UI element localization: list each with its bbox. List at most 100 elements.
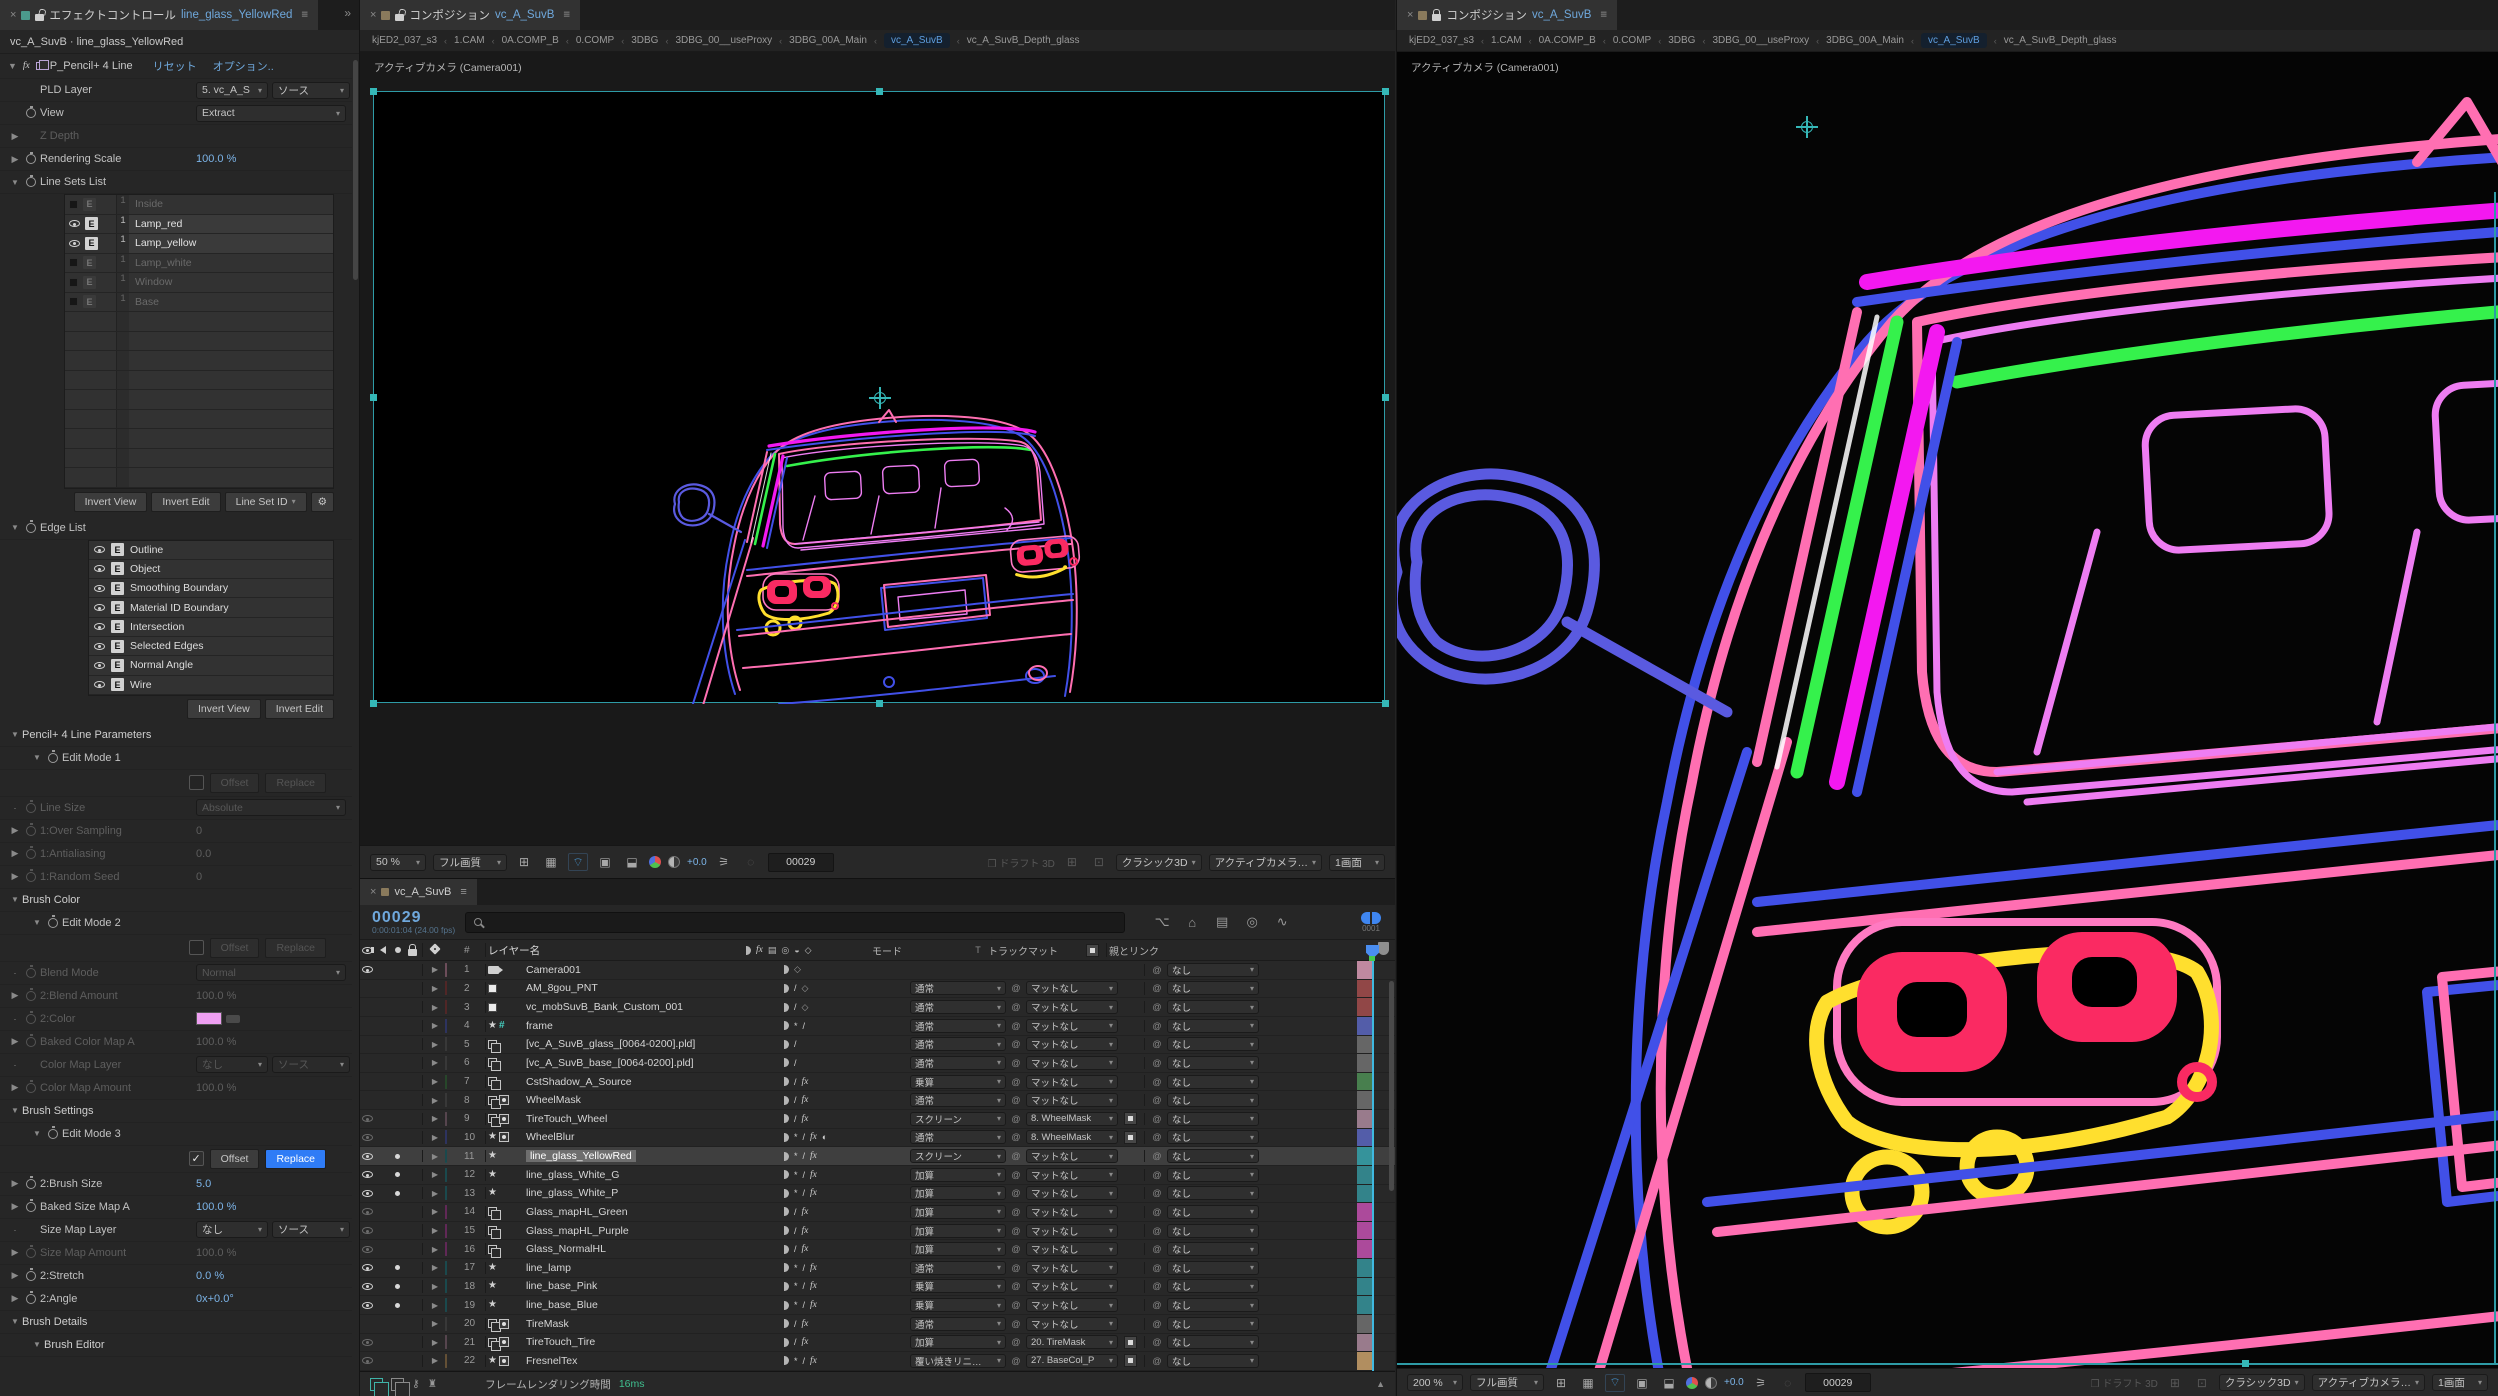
snapshot-camera-icon[interactable]: ⚞ [714,853,734,871]
param-value[interactable]: 0 [196,871,202,883]
stopwatch-icon[interactable] [48,1129,58,1139]
param-row[interactable]: ▶Baked Color Map A100.0 % [0,1031,352,1054]
line-set-gear-button[interactable]: ⚙ [311,492,334,512]
layer-twirl-icon[interactable]: ▶ [425,1133,445,1142]
matte-dropdown[interactable]: マットなし▾ [1026,1019,1118,1033]
layer-name[interactable]: TireTouch_Tire [526,1336,784,1348]
parent-dropdown[interactable]: なし▾ [1167,1149,1259,1163]
edit-toggle[interactable]: E [111,678,124,691]
layer-parent-select[interactable]: なし▾ [1167,1261,1259,1275]
layer-track-area[interactable] [1373,1278,1395,1296]
mask-toggle-icon[interactable]: ⌔ [1605,1374,1625,1392]
line-set-empty-row[interactable] [65,449,333,469]
effect-header[interactable]: ▼ fx P_Pencil+ 4 Line リセット オプション.. [0,54,352,79]
parent-dropdown[interactable]: なし▾ [1167,1168,1259,1182]
replace-button[interactable]: Replace [265,1149,326,1169]
param-dropdown[interactable]: ソース▾ [272,1056,350,1073]
param-row[interactable]: ·Blend ModeNormal▾ [0,962,352,985]
parent-dropdown[interactable]: なし▾ [1167,1112,1259,1126]
renderer-select[interactable]: クラシック3D▾ [2219,1374,2305,1391]
parent-pickwhip-icon[interactable]: @ [1147,1300,1167,1310]
mode-dropdown[interactable]: 通常▾ [910,1019,1006,1033]
invert-edit-button[interactable]: Invert Edit [151,492,220,512]
layer-matte-select[interactable]: マットなし▾ [1026,1186,1118,1200]
stopwatch-icon[interactable] [26,1083,36,1093]
matte-dropdown[interactable]: 27. BaseCol_P▾ [1026,1354,1118,1368]
layer-twirl-icon[interactable]: ▶ [425,984,445,993]
layer-mode-select[interactable]: 通常▾ [910,1037,1006,1051]
layer-parent-select[interactable]: なし▾ [1167,1354,1259,1368]
param-dropdown[interactable]: ソース▾ [272,1221,350,1238]
parent-pickwhip-icon[interactable]: @ [1147,1244,1167,1254]
tab-composition[interactable]: × コンポジション vc_A_SuvB ≡ [360,0,580,30]
layer-switches[interactable]: /◇ [784,983,904,994]
layer-switches[interactable]: /fx [784,1114,904,1124]
param-row[interactable]: ▶Size Map Amount100.0 % [0,1242,352,1265]
parent-pickwhip-icon[interactable]: @ [1147,1151,1167,1161]
parent-pickwhip-icon[interactable]: @ [1147,1021,1167,1031]
breadcrumb-item[interactable]: vc_A_SuvB_Depth_glass [967,35,1080,46]
stopwatch-icon[interactable] [26,523,36,533]
layer-twirl-icon[interactable]: ▶ [425,1170,445,1179]
mode-dropdown[interactable]: 通常▾ [910,1261,1006,1275]
trkmat-pickwhip-icon[interactable]: @ [1006,1319,1026,1329]
layer-twirl-icon[interactable]: ▶ [425,1263,445,1272]
trkmat-pickwhip-icon[interactable]: @ [1006,1337,1026,1347]
invert-edit-button[interactable]: Invert Edit [265,699,334,719]
mode-dropdown[interactable]: 加算▾ [910,1335,1006,1349]
line-set-name[interactable]: Inside [129,195,333,214]
layer-name[interactable]: Glass_NormalHL [526,1243,784,1255]
layer-name[interactable]: line_lamp [526,1262,784,1274]
matte-dropdown[interactable]: 20. TireMask▾ [1026,1335,1118,1349]
layer-row[interactable]: ▶7CstShadow_A_Source/fx乗算▾@マットなし▾@なし▾ [360,1073,1395,1092]
layer-mode-select[interactable]: 通常▾ [910,1056,1006,1070]
invert-view-button[interactable]: Invert View [74,492,148,512]
layer-parent-select[interactable]: なし▾ [1167,1205,1259,1219]
breadcrumb-item[interactable]: vc_A_SuvB_Depth_glass [2004,35,2117,46]
stopwatch-icon[interactable] [26,1014,36,1024]
parent-pickwhip-icon[interactable]: @ [1147,1226,1167,1236]
stopwatch-icon[interactable] [26,1248,36,1258]
matte-dropdown[interactable]: マットなし▾ [1026,1205,1118,1219]
layer-solo-toggle[interactable] [390,1265,405,1270]
layer-solo-toggle[interactable] [390,1303,405,1308]
layer-parent-select[interactable]: なし▾ [1167,1037,1259,1051]
layer-mode-select[interactable]: 乗算▾ [910,1298,1006,1312]
stopwatch-icon[interactable] [26,1294,36,1304]
parent-dropdown[interactable]: なし▾ [1167,1298,1259,1312]
param-value[interactable]: 0 [196,825,202,837]
layer-label-chip[interactable] [445,1038,461,1050]
breadcrumb-item[interactable]: 3DBG_00A_Main [789,35,867,46]
line-set-row[interactable]: E1Lamp_yellow [65,234,333,254]
edit-toggle[interactable]: E [111,543,124,556]
parent-pickwhip-icon[interactable]: @ [1147,1039,1167,1049]
layer-eye-toggle[interactable] [360,966,375,973]
shy-icon[interactable]: ⌂ [1181,915,1203,930]
layer-mode-select[interactable]: 通常▾ [910,1093,1006,1107]
show-snapshot-icon[interactable]: ◌ [1778,1374,1798,1392]
layer-twirl-icon[interactable]: ▶ [425,1338,445,1347]
parent-pickwhip-icon[interactable]: @ [1147,1170,1167,1180]
trkmat-pickwhip-icon[interactable]: @ [1006,1300,1026,1310]
edge-row[interactable]: ENormal Angle [89,656,333,675]
layer-matte-select[interactable]: マットなし▾ [1026,1075,1118,1089]
panel-menu-icon[interactable]: ≡ [1600,9,1607,21]
layer-mode-select[interactable]: 加算▾ [910,1335,1006,1349]
breadcrumb-item[interactable]: 0.COMP [1613,35,1651,46]
layer-label-chip[interactable] [445,1150,461,1162]
trkmat-pickwhip-icon[interactable]: @ [1006,1170,1026,1180]
line-set-row[interactable]: E1Window [65,273,333,293]
breadcrumb-item[interactable]: vc_A_SuvB [884,33,950,48]
eyedropper-icon[interactable] [226,1015,240,1023]
layer-parent-select[interactable]: なし▾ [1167,1298,1259,1312]
layer-switches[interactable]: / [784,1058,904,1068]
matte-dropdown[interactable]: 8. WheelMask▾ [1026,1112,1118,1126]
layer-name[interactable]: WheelMask [526,1094,784,1106]
twirl-open-icon[interactable]: ▼ [8,895,22,904]
layer-matte-select[interactable]: マットなし▾ [1026,1168,1118,1182]
breadcrumb-item[interactable]: 1.CAM [454,35,485,46]
layer-name[interactable]: TireMask [526,1318,784,1330]
channel-icon[interactable] [649,856,661,868]
edge-row[interactable]: EIntersection [89,618,333,637]
edge-row[interactable]: EWire [89,676,333,695]
